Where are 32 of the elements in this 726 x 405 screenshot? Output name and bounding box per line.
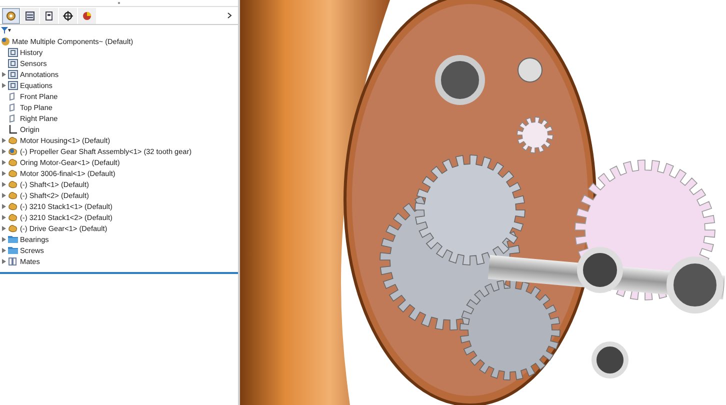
expand-arrow-icon[interactable] xyxy=(2,204,6,209)
expand-arrow-icon[interactable] xyxy=(2,259,6,264)
expand-arrow-icon[interactable] xyxy=(2,182,6,187)
expand-arrow-icon[interactable] xyxy=(2,160,6,165)
folder-icon xyxy=(8,246,18,255)
assembly-icon xyxy=(8,147,18,156)
document-icon xyxy=(44,10,54,20)
panel-tab[interactable] xyxy=(2,8,20,24)
expand-arrow-icon[interactable] xyxy=(2,149,6,154)
expand-arrow-icon[interactable] xyxy=(2,226,6,231)
part-icon xyxy=(8,136,18,145)
sensor-folder-icon xyxy=(8,59,18,68)
panel-tab[interactable] xyxy=(21,8,39,24)
expand-arrow-icon[interactable] xyxy=(2,193,6,198)
folder-icon xyxy=(8,235,18,244)
annotation-folder-icon xyxy=(8,70,18,79)
panel-tab[interactable] xyxy=(40,8,58,24)
expand-arrow-icon[interactable] xyxy=(2,237,6,242)
expand-arrow-icon[interactable] xyxy=(2,248,6,253)
crosshair-icon xyxy=(63,10,73,20)
origin-icon xyxy=(8,125,18,134)
expand-arrow-icon[interactable] xyxy=(2,72,6,77)
chevron-right-icon[interactable] xyxy=(227,12,232,19)
assembly-icon xyxy=(1,37,10,46)
history-folder-icon xyxy=(8,48,18,57)
equation-folder-icon xyxy=(8,81,18,90)
expand-arrow-icon[interactable] xyxy=(2,83,6,88)
expand-arrow-icon[interactable] xyxy=(2,171,6,176)
expand-arrow-icon[interactable] xyxy=(2,215,6,220)
list-icon xyxy=(25,10,35,20)
panel-tab[interactable] xyxy=(59,8,77,24)
expand-arrow-icon[interactable] xyxy=(2,138,6,143)
